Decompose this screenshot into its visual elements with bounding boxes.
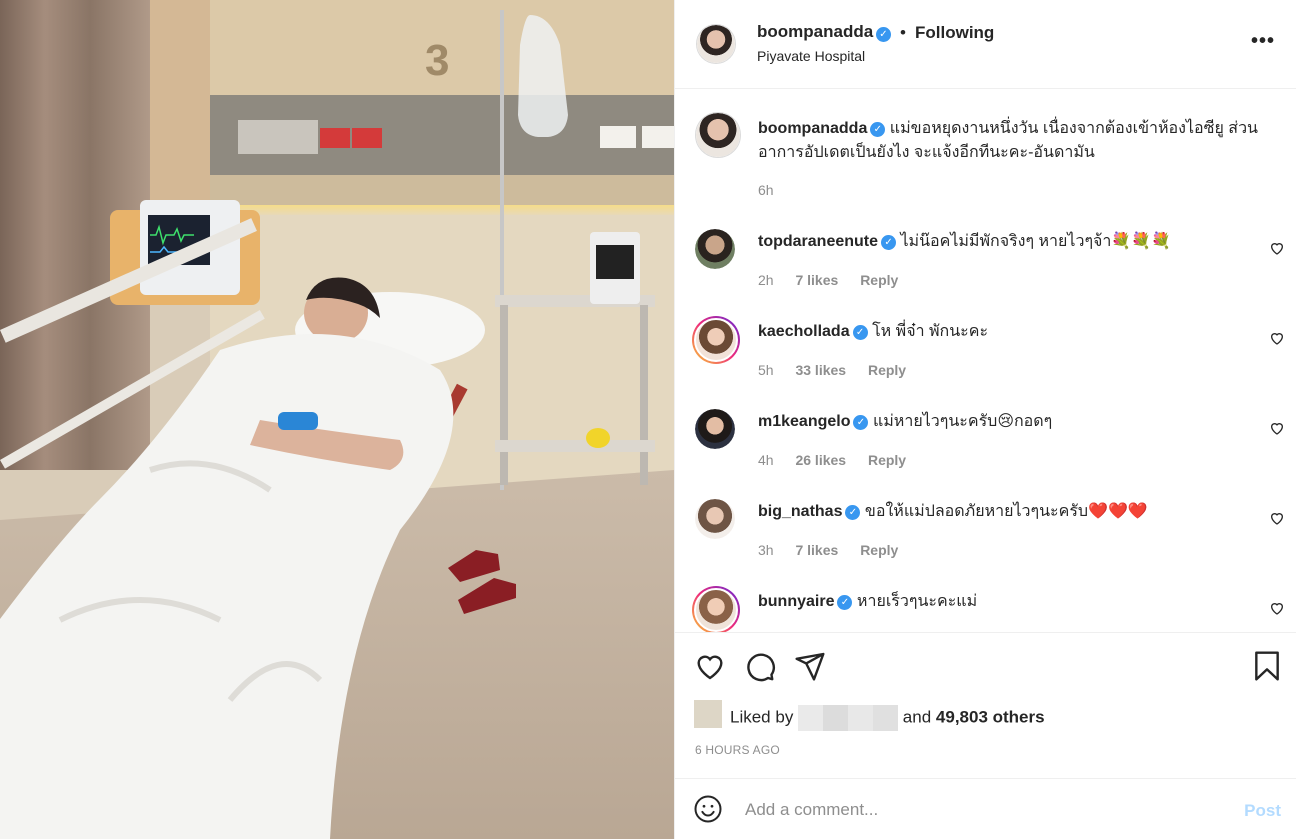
comment-text: ไม่น๊อคไม่มีพักจริงๆ หายไวๆจ้า💐💐💐	[900, 233, 1172, 250]
liked-count-link[interactable]: 49,803 others	[936, 707, 1045, 726]
commenter-avatar[interactable]	[695, 409, 735, 449]
verified-badge-icon: ✓	[853, 415, 869, 430]
comment-text-block: topdaraneenute ✓ ไม่น๊อคไม่มีพักจริงๆ หาย…	[758, 230, 1258, 254]
post-side-panel: boompanadda ✓ • Following Piyavate Hospi…	[674, 0, 1296, 839]
blurred-liker-name	[798, 705, 899, 731]
comment-likes[interactable]: 33 likes	[795, 362, 846, 378]
more-options-icon[interactable]: •••	[1251, 30, 1275, 53]
bookmark-icon[interactable]	[1251, 650, 1283, 682]
comment-likes[interactable]: 7 likes	[795, 272, 838, 288]
comment-item: bunnyaire ✓ หายเร็วๆนะคะแม่	[675, 580, 1296, 632]
caption-text-block: boompanadda ✓ แม่ขอหยุดงานหนึ่งวัน เนื่อง…	[758, 117, 1258, 165]
comment-item: m1keangelo ✓ แม่หายไวๆนะครับ😢กอดๆ 4h 26 l…	[675, 400, 1296, 490]
comment-like-heart-icon[interactable]	[1269, 420, 1285, 436]
comment-item: topdaraneenute ✓ ไม่น๊อคไม่มีพักจริงๆ หาย…	[675, 220, 1296, 310]
post-actions: Liked by and 49,803 others 6 HOURS AGO	[675, 632, 1296, 778]
comment-text: ขอให้แม่ปลอดภัยหายไวๆนะครับ❤️❤️❤️	[864, 503, 1148, 520]
post-photo[interactable]: 3	[0, 0, 674, 839]
comment-like-heart-icon[interactable]	[1269, 600, 1285, 616]
post-header: boompanadda ✓ • Following Piyavate Hospi…	[675, 0, 1296, 89]
comment-username[interactable]: topdaraneenute	[758, 233, 878, 250]
verified-badge-icon: ✓	[870, 122, 886, 137]
comment-text: โห พี่จ๋า พักนะคะ	[872, 323, 989, 340]
hospital-room-illustration: 3	[0, 0, 674, 839]
reply-button[interactable]: Reply	[868, 362, 906, 378]
author-avatar-caption[interactable]	[695, 112, 741, 158]
comment-text-block: bunnyaire ✓ หายเร็วๆนะคะแม่	[758, 590, 1258, 614]
following-button[interactable]: Following	[915, 23, 994, 43]
caption-time[interactable]: 6h	[758, 182, 774, 198]
comment-like-heart-icon[interactable]	[1269, 510, 1285, 526]
comment-username[interactable]: big_nathas	[758, 503, 842, 520]
reply-button[interactable]: Reply	[860, 272, 898, 288]
comment-time[interactable]: 3h	[758, 542, 774, 558]
room-number: 3	[425, 36, 449, 85]
comment-likes[interactable]: 26 likes	[795, 452, 846, 468]
verified-badge-icon: ✓	[845, 505, 861, 520]
comment-meta: 4h 26 likes Reply	[758, 452, 924, 468]
author-username[interactable]: boompanadda	[757, 22, 873, 42]
commenter-avatar[interactable]	[692, 586, 740, 632]
comment-text-block: big_nathas ✓ ขอให้แม่ปลอดภัยหายไวๆนะครับ❤…	[758, 500, 1258, 524]
comment-username[interactable]: m1keangelo	[758, 413, 850, 430]
verified-badge-icon: ✓	[876, 27, 891, 42]
commenter-avatar[interactable]	[692, 316, 740, 364]
comment-meta: 3h 7 likes Reply	[758, 542, 916, 558]
liked-by-summary: Liked by and 49,803 others	[730, 705, 1045, 731]
comment-icon[interactable]	[744, 650, 776, 682]
comment-input[interactable]	[745, 797, 1215, 823]
author-avatar[interactable]	[696, 24, 736, 64]
comment-time[interactable]: 4h	[758, 452, 774, 468]
verified-badge-icon: ✓	[881, 235, 897, 250]
comment-text: หายเร็วๆนะคะแม่	[856, 593, 978, 610]
post-comment-button[interactable]: Post	[1244, 801, 1281, 821]
add-comment-bar: Post	[675, 778, 1296, 839]
instagram-post: 3 boompanadda ✓ • Following Piyavate Hos…	[0, 0, 1296, 839]
comment-text-block: kaechollada ✓ โห พี่จ๋า พักนะคะ	[758, 320, 1258, 344]
caption-username[interactable]: boompanadda	[758, 120, 867, 137]
comment-time[interactable]: 5h	[758, 362, 774, 378]
comment-like-heart-icon[interactable]	[1269, 330, 1285, 346]
emoji-icon[interactable]	[693, 794, 723, 824]
reply-button[interactable]: Reply	[860, 542, 898, 558]
comment-username[interactable]: bunnyaire	[758, 593, 834, 610]
comment-username[interactable]: kaechollada	[758, 323, 850, 340]
post-time-ago[interactable]: 6 HOURS AGO	[695, 743, 780, 757]
comment-meta: 2h 7 likes Reply	[758, 272, 916, 288]
liked-and: and	[902, 707, 932, 727]
share-icon[interactable]	[794, 650, 826, 682]
heart-icon[interactable]	[694, 650, 726, 682]
comments-list[interactable]: boompanadda ✓ แม่ขอหยุดงานหนึ่งวัน เนื่อง…	[675, 90, 1296, 632]
comment-like-heart-icon[interactable]	[1269, 240, 1285, 256]
commenter-avatar[interactable]	[695, 499, 735, 539]
comment-item: big_nathas ✓ ขอให้แม่ปลอดภัยหายไวๆนะครับ❤…	[675, 490, 1296, 580]
comment-item: kaechollada ✓ โห พี่จ๋า พักนะคะ 5h 33 lik…	[675, 310, 1296, 400]
comment-time[interactable]: 2h	[758, 272, 774, 288]
liker-avatar[interactable]	[694, 700, 722, 728]
verified-badge-icon: ✓	[837, 595, 853, 610]
reply-button[interactable]: Reply	[868, 452, 906, 468]
comment-text: แม่หายไวๆนะครับ😢กอดๆ	[872, 413, 1053, 430]
comment-meta: 5h 33 likes Reply	[758, 362, 924, 378]
caption-meta: 6h	[758, 182, 792, 198]
location-link[interactable]: Piyavate Hospital	[757, 48, 865, 64]
comment-text-block: m1keangelo ✓ แม่หายไวๆนะครับ😢กอดๆ	[758, 410, 1258, 434]
commenter-avatar[interactable]	[695, 229, 735, 269]
comment-likes[interactable]: 7 likes	[795, 542, 838, 558]
verified-badge-icon: ✓	[852, 325, 868, 340]
header-separator: •	[900, 23, 906, 42]
liked-prefix: Liked by	[730, 707, 794, 727]
